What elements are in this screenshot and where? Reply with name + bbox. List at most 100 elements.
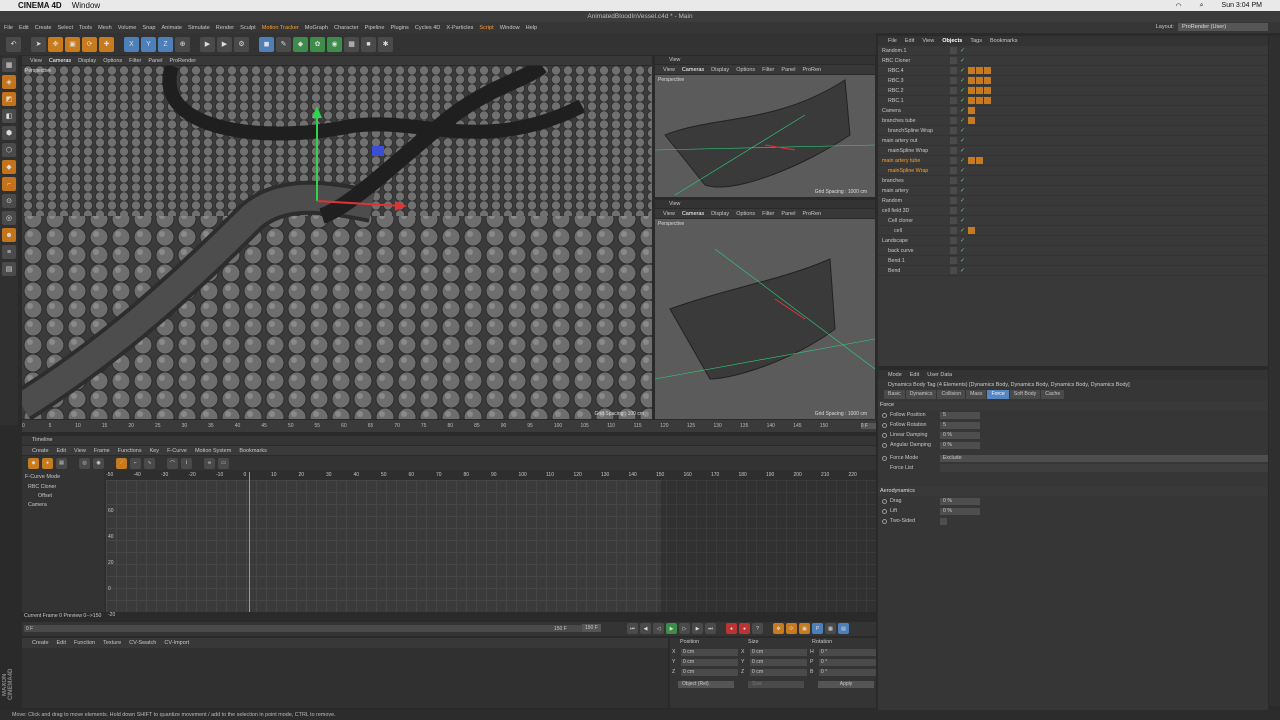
- object-layer-box[interactable]: [950, 187, 957, 194]
- object-layer-box[interactable]: [950, 57, 957, 64]
- loop-icon[interactable]: ∞: [204, 457, 215, 469]
- visibility-check-icon[interactable]: ✓: [960, 177, 968, 184]
- object-row[interactable]: RBC.1 ✓: [878, 96, 1268, 106]
- attribute-menu-edit[interactable]: Edit: [910, 372, 919, 378]
- object-row[interactable]: RBC.2 ✓: [878, 86, 1268, 96]
- texture-mode-icon[interactable]: ◩: [2, 92, 16, 106]
- tvp-menu-cameras[interactable]: Cameras: [682, 67, 704, 73]
- tvp-menu-options[interactable]: Options: [736, 67, 755, 73]
- object-layer-box[interactable]: [950, 237, 957, 244]
- visibility-check-icon[interactable]: ✓: [960, 107, 968, 114]
- vp-menu-display[interactable]: Display: [78, 58, 96, 64]
- tag-icon[interactable]: [984, 77, 991, 84]
- object-layer-box[interactable]: [950, 47, 957, 54]
- undo-icon[interactable]: ↶: [6, 36, 21, 52]
- two-sided-checkbox[interactable]: [940, 517, 947, 525]
- bvp-menu-panel[interactable]: Panel: [781, 211, 795, 217]
- follow-position-anim-icon[interactable]: [882, 412, 887, 418]
- clock[interactable]: Sun 3:04 PM: [1222, 2, 1262, 9]
- object-menu-file[interactable]: File: [888, 38, 897, 44]
- object-row[interactable]: branches tube ✓: [878, 116, 1268, 126]
- visibility-check-icon[interactable]: ✓: [960, 207, 968, 214]
- cloner-icon[interactable]: ✿: [310, 36, 325, 52]
- workplane-icon[interactable]: ◧: [2, 109, 16, 123]
- visibility-check-icon[interactable]: ✓: [960, 87, 968, 94]
- visibility-check-icon[interactable]: ✓: [960, 227, 968, 234]
- object-name[interactable]: Camera: [878, 108, 950, 114]
- fcurve-graph[interactable]: 60 40 20 0 -20: [106, 472, 876, 618]
- object-row[interactable]: branchSpline Wrap ✓: [878, 126, 1268, 136]
- next-key-icon[interactable]: ▶: [692, 623, 703, 634]
- object-name[interactable]: Cell cloner: [878, 218, 950, 224]
- tag-icon[interactable]: [976, 157, 983, 164]
- visibility-check-icon[interactable]: ✓: [960, 137, 968, 144]
- menu-mesh[interactable]: Mesh: [98, 25, 112, 31]
- object-row[interactable]: Bend ✓: [878, 266, 1268, 276]
- timeline-menu-create[interactable]: Create: [32, 448, 49, 454]
- menu-pipeline[interactable]: Pipeline: [365, 25, 385, 31]
- object-row[interactable]: Landscape ✓: [878, 236, 1268, 246]
- object-name[interactable]: Bend: [878, 268, 950, 274]
- lift-anim-icon[interactable]: [882, 508, 887, 514]
- force-mode-anim-icon[interactable]: [882, 455, 887, 461]
- tab-dynamics[interactable]: Dynamics: [905, 390, 937, 399]
- object-layer-box[interactable]: [950, 197, 957, 204]
- visibility-check-icon[interactable]: ✓: [960, 97, 968, 104]
- visibility-check-icon[interactable]: ✓: [960, 197, 968, 204]
- key-step-icon[interactable]: ⌐: [130, 457, 141, 469]
- tree-item-offset[interactable]: Offset: [22, 493, 104, 502]
- floor-icon[interactable]: ▦: [344, 36, 359, 52]
- angular-damping-field[interactable]: 0 %: [940, 441, 980, 449]
- deformer-icon[interactable]: ◉: [327, 36, 342, 52]
- object-menu-edit[interactable]: Edit: [905, 38, 914, 44]
- tag-icon[interactable]: [968, 97, 975, 104]
- bvp-menu-proren[interactable]: ProRen: [802, 211, 821, 217]
- force-mode-select[interactable]: Exclude: [939, 454, 1268, 462]
- object-layer-box[interactable]: [950, 247, 957, 254]
- object-layer-box[interactable]: [950, 87, 957, 94]
- tangent-icon[interactable]: ⌇: [181, 457, 192, 469]
- object-row[interactable]: Cell cloner ✓: [878, 216, 1268, 226]
- menu-simulate[interactable]: Simulate: [188, 25, 210, 31]
- object-row[interactable]: main artery out ✓: [878, 136, 1268, 146]
- object-layer-box[interactable]: [950, 117, 957, 124]
- vp-menu-filter[interactable]: Filter: [129, 58, 141, 64]
- tab-collision[interactable]: Collision: [937, 390, 966, 399]
- menu-select[interactable]: Select: [57, 25, 73, 31]
- search-icon[interactable]: ⌕: [1200, 2, 1204, 10]
- visibility-check-icon[interactable]: ✓: [960, 237, 968, 244]
- object-layer-box[interactable]: [950, 147, 957, 154]
- object-layer-box[interactable]: [950, 227, 957, 234]
- timeline-menu-motion-system[interactable]: Motion System: [195, 448, 231, 454]
- wifi-icon[interactable]: ◠: [1176, 2, 1182, 10]
- visibility-check-icon[interactable]: ✓: [960, 167, 968, 174]
- object-layer-box[interactable]: [950, 267, 957, 274]
- vp-menu-prorender[interactable]: ProRender: [169, 58, 196, 64]
- tab-mass[interactable]: Mass: [966, 390, 987, 399]
- bvp-menu-view[interactable]: View: [663, 211, 675, 217]
- menu-tools[interactable]: Tools: [79, 25, 92, 31]
- object-row[interactable]: back curve ✓: [878, 246, 1268, 256]
- object-layer-box[interactable]: [950, 107, 957, 114]
- object-name[interactable]: Random.1: [878, 48, 950, 54]
- key-linear-icon[interactable]: ⟋: [116, 457, 127, 469]
- object-name[interactable]: RBC.4: [878, 68, 950, 74]
- apply-button[interactable]: Apply: [818, 681, 874, 688]
- bvp-menu-filter[interactable]: Filter: [762, 211, 774, 217]
- menu-window[interactable]: Window: [500, 25, 520, 31]
- tvp-menu-panel[interactable]: Panel: [781, 67, 795, 73]
- tag-icon[interactable]: [976, 97, 983, 104]
- bvp-menu-cameras[interactable]: Cameras: [682, 211, 704, 217]
- cube-icon[interactable]: ◼: [259, 36, 274, 52]
- goto-end-icon[interactable]: ⏭: [705, 623, 716, 634]
- material-menu-texture[interactable]: Texture: [103, 640, 121, 646]
- object-row[interactable]: Random ✓: [878, 196, 1268, 206]
- visibility-check-icon[interactable]: ✓: [960, 187, 968, 194]
- start-frame[interactable]: 0 F: [26, 626, 33, 632]
- quantize-icon[interactable]: ◎: [2, 211, 16, 225]
- menu-help[interactable]: Help: [526, 25, 538, 31]
- visibility-check-icon[interactable]: ✓: [960, 127, 968, 134]
- tag-icon[interactable]: [976, 77, 983, 84]
- timeline-menu-key[interactable]: Key: [150, 448, 159, 454]
- menu-motion-tracker[interactable]: Motion Tracker: [262, 25, 299, 31]
